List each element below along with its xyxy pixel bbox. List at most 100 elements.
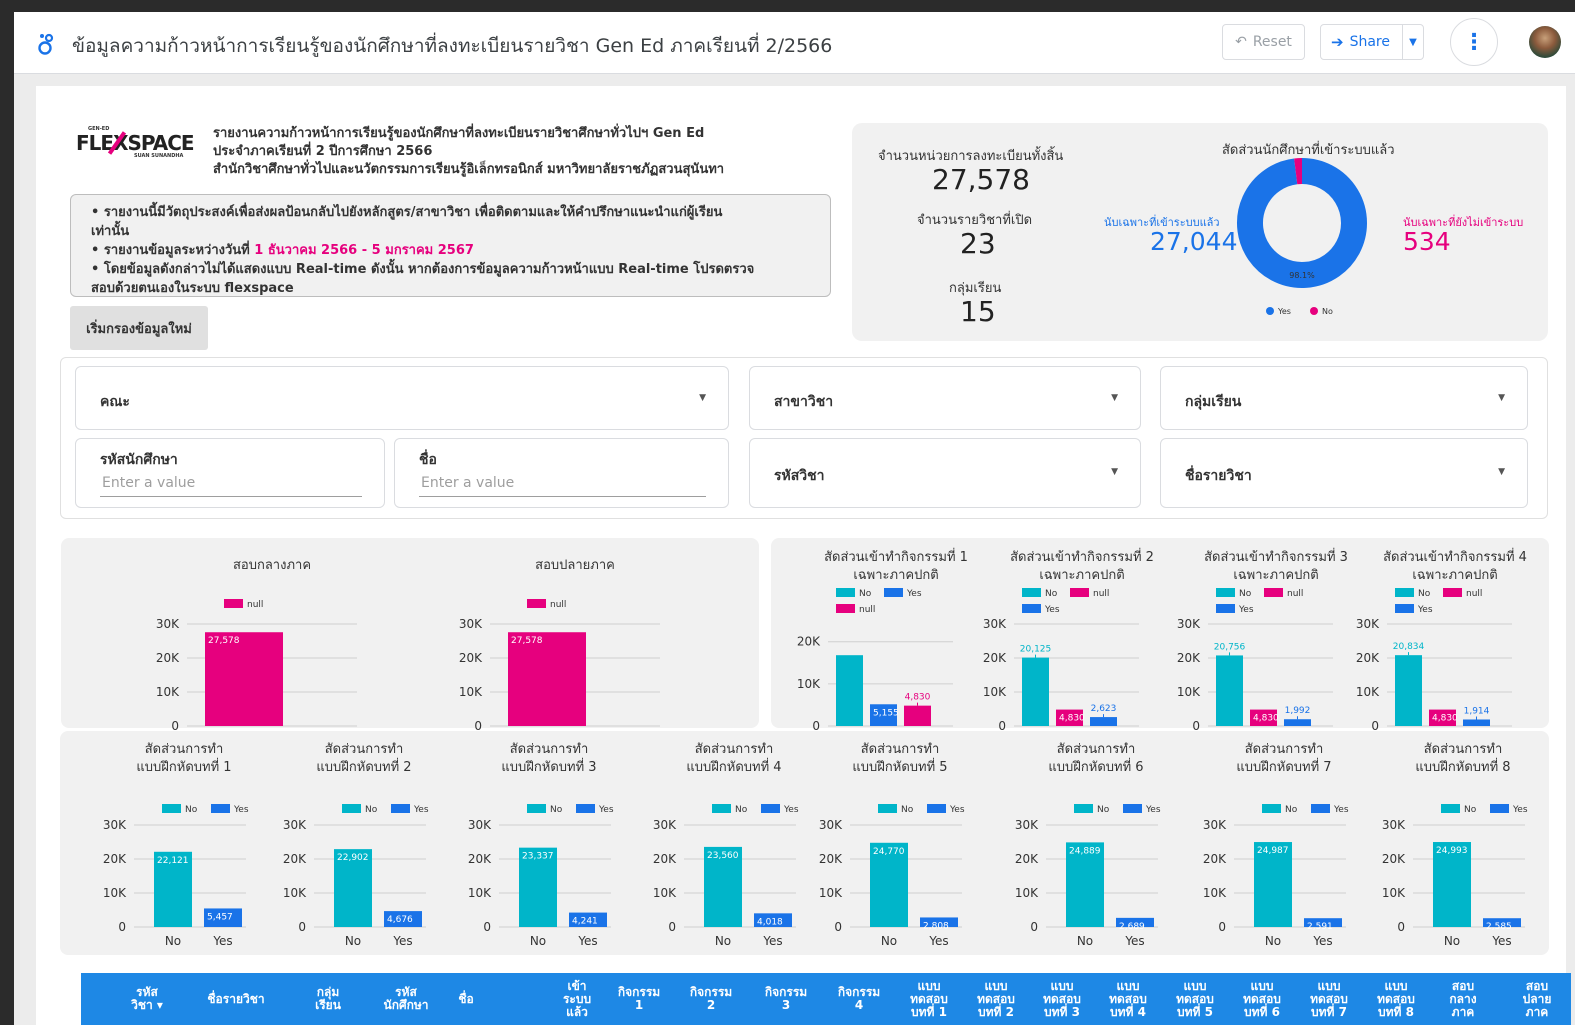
bar-data-label: 4,830 [1059, 714, 1085, 724]
chart-title: แบบฝึกหัดบทที่ 7 [1236, 758, 1331, 775]
legend-swatch-yes [211, 804, 230, 813]
y-tick-label: 20K [468, 852, 492, 866]
table-column-header[interactable]: กลุ่ม เรียน [306, 973, 350, 1025]
legend-label-yes: Yes [598, 805, 614, 815]
table-column-header[interactable]: รหัส วิชา ▾ [125, 973, 169, 1025]
chart-title: แบบฝึกหัดบทที่ 4 [686, 758, 781, 775]
legend-label-yes: Yes [1417, 605, 1433, 615]
table-column-header[interactable]: แบบ ทดสอบ บทที่ 3 [1036, 973, 1088, 1025]
chart-title: เฉพาะภาคปกติ [1412, 568, 1497, 583]
legend-swatch-yes [761, 804, 780, 813]
avatar[interactable] [1529, 26, 1561, 58]
legend-label-no: No [550, 805, 563, 815]
looker-studio-logo-icon [38, 33, 54, 55]
legend-swatch-yes [927, 804, 946, 813]
legend-swatch-yes [1395, 604, 1414, 613]
legend-label-no: No [1097, 805, 1110, 815]
table-column-header[interactable]: แบบ ทดสอบ บทที่ 7 [1303, 973, 1355, 1025]
y-tick-label: 0 [998, 719, 1006, 733]
y-tick-label: 10K [283, 886, 307, 900]
chart-title: แบบฝึกหัดบทที่ 1 [136, 758, 231, 775]
table-column-header[interactable]: แบบ ทดสอบ บทที่ 2 [970, 973, 1022, 1025]
y-tick-label: 0 [834, 920, 842, 934]
x-tick-label: No [881, 934, 897, 948]
bar-chart-12: สัดส่วนการทำแบบฝึกหัดบทที่ 6 No Yes 0 10K 20K… [1015, 742, 1161, 948]
reset-button[interactable]: ↶ Reset [1222, 24, 1305, 60]
x-tick-label: No [1265, 934, 1281, 948]
bar-data-label: 27,578 [511, 636, 543, 646]
sort-arrow-icon[interactable]: ▾ [153, 998, 163, 1012]
y-tick-label: 30K [819, 818, 843, 832]
legend-label-yes: Yes [1145, 805, 1161, 815]
x-tick-label: Yes [577, 934, 597, 948]
y-tick-label: 30K [459, 617, 483, 631]
data-table-header: รหัส วิชา ▾ ชื่อรายวิชา กลุ่ม เรียน รหัส นักศึ… [81, 973, 1571, 1025]
bar-chart-2: สอบปลายภาค null 0 10K 20K 30K 27,578 [459, 558, 660, 733]
legend-swatch-no [162, 804, 181, 813]
table-column-header[interactable]: แบบ ทดสอบ บทที่ 8 [1370, 973, 1422, 1025]
legend-label-no: No [735, 805, 748, 815]
table-column-header[interactable]: ชื่อ [446, 973, 486, 1025]
x-tick-label: Yes [762, 934, 782, 948]
legend-swatch-null [527, 599, 546, 608]
legend-label-yes: Yes [949, 805, 965, 815]
bar-chart-6: สัดส่วนเข้าทำกิจกรรมที่ 4 เฉพาะภาคปกติ No n… [1356, 548, 1527, 733]
bar-chart-13: สัดส่วนการทำแบบฝึกหัดบทที่ 7 No Yes 0 10K 20K… [1203, 742, 1349, 948]
y-tick-label: 20K [156, 651, 180, 665]
y-tick-label: 30K [983, 617, 1007, 631]
table-column-header[interactable]: สอบ กลาง ภาค [1437, 973, 1489, 1025]
y-tick-label: 0 [298, 920, 306, 934]
bar-data-label: 4,241 [572, 917, 598, 927]
x-tick-label: Yes [392, 934, 412, 948]
table-column-header[interactable]: กิจกรรม 2 [681, 973, 741, 1025]
chart-title: เฉพาะภาคปกติ [1039, 568, 1124, 583]
legend-swatch-no [1441, 804, 1460, 813]
legend-label-no: No [1418, 589, 1431, 599]
chart-title: สัดส่วนการทำ [325, 742, 404, 757]
table-column-header[interactable]: เข้า ระบบ แล้ว [555, 973, 599, 1025]
chart-title: สัดส่วนการทำ [145, 742, 224, 757]
y-tick-label: 10K [468, 886, 492, 900]
chart-title: สัดส่วนเข้าทำกิจกรรมที่ 3 [1204, 548, 1348, 565]
y-tick-label: 10K [819, 886, 843, 900]
bar-data-label: 5,457 [207, 912, 233, 922]
table-column-header[interactable]: กิจกรรม 4 [829, 973, 889, 1025]
legend-swatch-yes [1123, 804, 1142, 813]
table-column-header[interactable]: ชื่อรายวิชา [196, 973, 276, 1025]
legend-swatch-no [527, 804, 546, 813]
bar-data-label: 4,830 [1253, 714, 1279, 724]
y-tick-label: 20K [1177, 651, 1201, 665]
table-column-header[interactable]: รหัส นักศึกษา [371, 973, 441, 1025]
share-button[interactable]: ➔ Share ▼ [1320, 24, 1424, 60]
table-column-header[interactable]: แบบ ทดสอบ บทที่ 6 [1236, 973, 1288, 1025]
table-column-header[interactable]: กิจกรรม 3 [756, 973, 816, 1025]
legend-label-yes: Yes [783, 805, 799, 815]
y-tick-label: 30K [653, 818, 677, 832]
table-column-header[interactable]: แบบ ทดสอบ บทที่ 1 [903, 973, 955, 1025]
y-tick-label: 0 [474, 719, 482, 733]
legend-swatch-yes [1311, 804, 1330, 813]
y-tick-label: 0 [668, 920, 676, 934]
legend-label-null: null [1466, 589, 1482, 599]
table-column-header[interactable]: แบบ ทดสอบ บทที่ 5 [1169, 973, 1221, 1025]
bar-no [1395, 655, 1422, 726]
report-canvas: GEN-ED FLEXSPACE SUAN SUNANDHA รายงานควา… [14, 74, 1575, 1025]
table-column-header[interactable]: สอบ ปลาย ภาค [1511, 973, 1563, 1025]
y-tick-label: 0 [118, 920, 126, 934]
x-tick-label: No [1444, 934, 1460, 948]
bar-chart-1: สอบกลางภาค null 0 10K 20K 30K 27,578 [156, 558, 357, 733]
chart-title: สอบกลางภาค [233, 558, 311, 573]
more-options-icon[interactable]: ⋮ [1450, 18, 1498, 66]
chart-title: แบบฝึกหัดบทที่ 6 [1048, 758, 1143, 775]
legend-label-no: No [901, 805, 914, 815]
share-dropdown-chevron-icon[interactable]: ▼ [1403, 37, 1423, 48]
legend-label-yes: Yes [1044, 605, 1060, 615]
y-tick-label: 30K [283, 818, 307, 832]
table-column-header[interactable]: แบบ ทดสอบ บทที่ 4 [1102, 973, 1154, 1025]
x-tick-label: Yes [1124, 934, 1144, 948]
y-tick-label: 20K [459, 651, 483, 665]
table-column-header[interactable]: กิจกรรม 1 [609, 973, 669, 1025]
legend-swatch-yes [391, 804, 410, 813]
chart-title: สัดส่วนการทำ [510, 742, 589, 757]
y-tick-label: 0 [1218, 920, 1226, 934]
